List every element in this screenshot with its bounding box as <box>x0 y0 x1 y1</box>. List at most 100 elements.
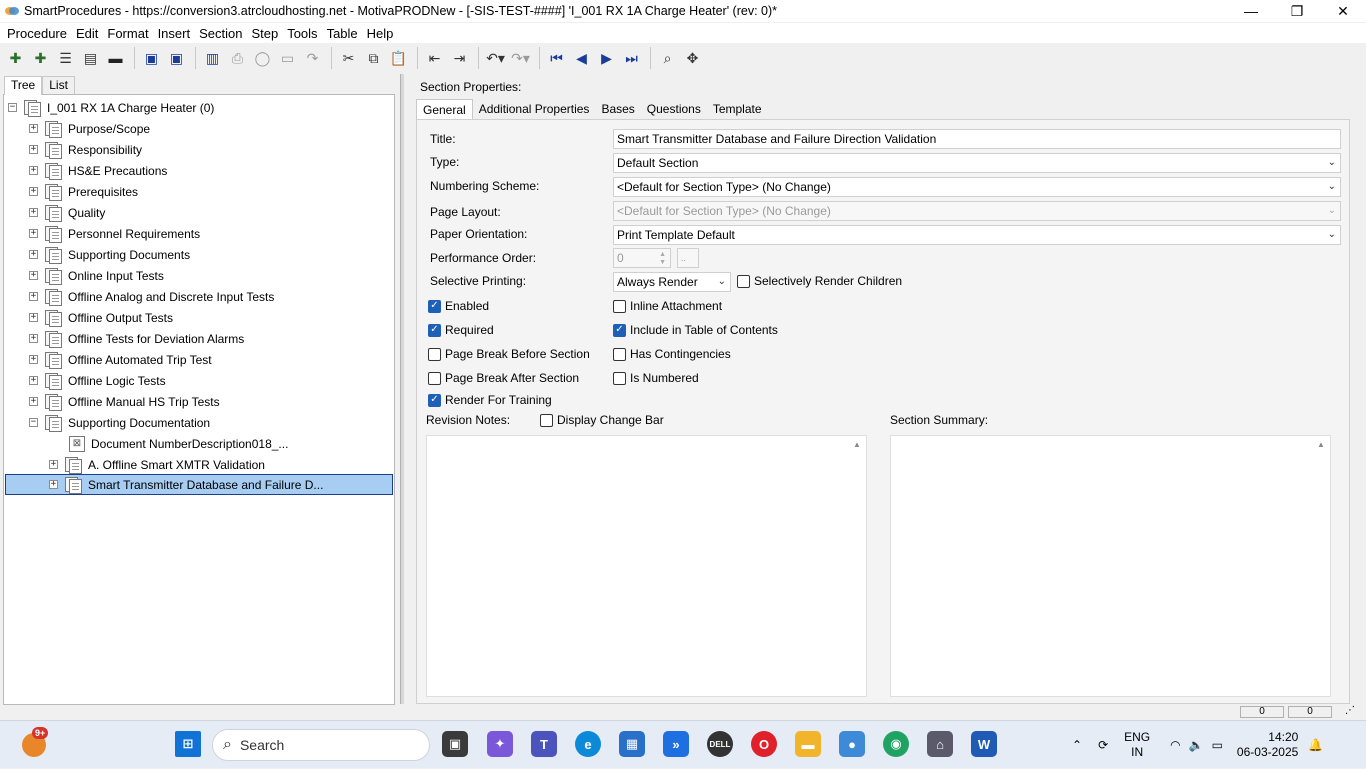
tree-item[interactable]: + Quality <box>29 202 105 223</box>
weather-icon[interactable]: 9+ <box>22 727 49 757</box>
print-icon[interactable]: ⎙ <box>226 46 249 70</box>
menu-edit[interactable]: Edit <box>72 26 102 41</box>
tab-template[interactable]: Template <box>707 99 768 119</box>
tree-item[interactable]: + Offline Tests for Deviation Alarms <box>29 328 244 349</box>
expand-icon[interactable]: + <box>29 397 38 406</box>
display-change-bar-checkbox[interactable]: Display Change Bar <box>540 413 664 427</box>
maximize-button[interactable]: ❐ <box>1274 0 1320 22</box>
save-all-icon[interactable]: ▣ <box>140 46 163 70</box>
checkmark-icon[interactable]: ✓ <box>428 393 441 407</box>
close-button[interactable]: ✕ <box>1320 0 1366 22</box>
tree-item[interactable]: + Offline Logic Tests <box>29 370 166 391</box>
menu-tools[interactable]: Tools <box>283 26 321 41</box>
scrollbar[interactable]: ▲ <box>1313 436 1330 696</box>
copy-icon[interactable]: ⧉ <box>362 46 385 70</box>
expand-icon[interactable]: + <box>29 124 38 133</box>
battery-icon[interactable]: ▭ <box>1212 738 1223 752</box>
tab-additional-properties[interactable]: Additional Properties <box>473 99 596 119</box>
required-checkbox[interactable]: ✓ Required <box>428 323 494 337</box>
revision-notes-textarea[interactable]: ▲ <box>426 435 867 697</box>
list-icon[interactable]: ☰ <box>54 46 77 70</box>
menu-table[interactable]: Table <box>323 26 362 41</box>
menu-insert[interactable]: Insert <box>154 26 195 41</box>
teams-icon[interactable]: T <box>531 731 557 757</box>
numbering-select[interactable]: <Default for Section Type> (No Change) ⌄ <box>613 177 1341 197</box>
form-icon[interactable]: ▭ <box>276 46 299 70</box>
expand-icon[interactable]: + <box>29 334 38 343</box>
tree-item[interactable]: − Supporting Documentation <box>29 412 210 433</box>
cut-icon[interactable]: ✂ <box>337 46 360 70</box>
expand-icon[interactable]: + <box>29 145 38 154</box>
checkbox-unchecked[interactable] <box>428 371 441 385</box>
tree-item[interactable]: + Offline Manual HS Trip Tests <box>29 391 220 412</box>
type-select[interactable]: Default Section ⌄ <box>613 153 1341 173</box>
collapse-icon[interactable]: − <box>29 418 38 427</box>
clock[interactable]: 14:20 06-03-2025 <box>1237 730 1298 760</box>
tree-item[interactable]: + Personnel Requirements <box>29 223 200 244</box>
checkbox-unchecked[interactable] <box>613 371 626 385</box>
expand-icon[interactable]: + <box>49 460 58 469</box>
edge-icon[interactable]: e <box>575 731 601 757</box>
dell-icon[interactable]: DELL <box>707 731 733 757</box>
remote-desktop-icon[interactable]: ⌂ <box>927 731 953 757</box>
tree-child-item[interactable]: ⊠ Document NumberDescription018_... <box>69 433 288 454</box>
selective-printing-select[interactable]: Always Render ⌄ <box>613 272 731 292</box>
expand-icon[interactable]: + <box>29 208 38 217</box>
expand-icon[interactable]: + <box>29 313 38 322</box>
checkmark-icon[interactable]: ✓ <box>428 323 441 337</box>
expand-icon[interactable]: + <box>29 166 38 175</box>
orientation-select[interactable]: Print Template Default ⌄ <box>613 225 1341 245</box>
refresh-icon[interactable]: ◯ <box>251 46 274 70</box>
resize-grip-icon[interactable]: ⋰ <box>1336 706 1364 718</box>
wifi-icon[interactable]: ◠ <box>1170 738 1180 752</box>
add-child-icon[interactable]: ✚ <box>29 46 52 70</box>
render-for-training-checkbox[interactable]: ✓ Render For Training <box>428 393 552 407</box>
word-icon[interactable]: W <box>971 731 997 757</box>
enabled-checkbox[interactable]: ✓ Enabled <box>428 299 489 313</box>
page-break-before-checkbox[interactable]: Page Break Before Section <box>428 347 590 361</box>
smartprocedures-icon[interactable]: ● <box>839 731 865 757</box>
tree-child-item[interactable]: + A. Offline Smart XMTR Validation <box>49 454 265 475</box>
first-icon[interactable]: ⏮ <box>545 46 568 70</box>
chrome-icon[interactable]: ◉ <box>883 731 909 757</box>
checkbox-unchecked[interactable] <box>428 347 441 361</box>
tree-item[interactable]: + Purpose/Scope <box>29 118 150 139</box>
checkbox-unchecked[interactable] <box>540 413 553 427</box>
redo-icon[interactable]: ↷▾ <box>509 46 532 70</box>
pane-splitter[interactable] <box>400 74 404 704</box>
tree-item[interactable]: + Offline Output Tests <box>29 307 173 328</box>
title-field[interactable]: Smart Transmitter Database and Failure D… <box>613 129 1341 149</box>
remove-icon[interactable]: ▬ <box>104 46 127 70</box>
menu-step[interactable]: Step <box>247 26 282 41</box>
selectively-render-children-checkbox[interactable]: Selectively Render Children <box>737 274 902 288</box>
chevron-up-icon[interactable]: ⌃ <box>1072 738 1082 752</box>
task-view-icon[interactable]: ▣ <box>442 731 468 757</box>
page-break-after-checkbox[interactable]: Page Break After Section <box>428 371 579 385</box>
redo-format-icon[interactable]: ↷ <box>301 46 324 70</box>
outdent-icon[interactable]: ⇤ <box>423 46 446 70</box>
publish-icon[interactable]: ▥ <box>201 46 224 70</box>
undo-icon[interactable]: ↶▾ <box>484 46 507 70</box>
tree-child-item-selected[interactable]: + Smart Transmitter Database and Failure … <box>5 474 393 495</box>
outline-icon[interactable]: ▤ <box>79 46 102 70</box>
find-icon[interactable]: ⌕ <box>656 46 679 70</box>
expand-icon[interactable]: + <box>29 355 38 364</box>
is-numbered-checkbox[interactable]: Is Numbered <box>613 371 699 385</box>
tree-item[interactable]: + Responsibility <box>29 139 142 160</box>
tree-root[interactable]: − I_001 RX 1A Charge Heater (0) <box>8 97 214 118</box>
menu-section[interactable]: Section <box>195 26 246 41</box>
windows-start-icon[interactable]: ⊞ <box>175 731 201 757</box>
tab-tree[interactable]: Tree <box>4 76 43 95</box>
tree-item[interactable]: + Prerequisites <box>29 181 138 202</box>
save-icon[interactable]: ▣ <box>165 46 188 70</box>
next-icon[interactable]: ▶ <box>595 46 618 70</box>
paste-icon[interactable]: 📋 <box>387 46 410 70</box>
last-icon[interactable]: ⏭ <box>620 46 643 70</box>
checkmark-icon[interactable]: ✓ <box>428 299 441 313</box>
move-icon[interactable]: ✥ <box>681 46 704 70</box>
scroll-up-icon[interactable]: ▲ <box>1317 440 1325 449</box>
indent-icon[interactable]: ⇥ <box>448 46 471 70</box>
notifications-icon[interactable]: 🔔 <box>1308 738 1323 752</box>
opera-icon[interactable]: O <box>751 731 777 757</box>
checkbox-unchecked[interactable] <box>737 274 750 288</box>
